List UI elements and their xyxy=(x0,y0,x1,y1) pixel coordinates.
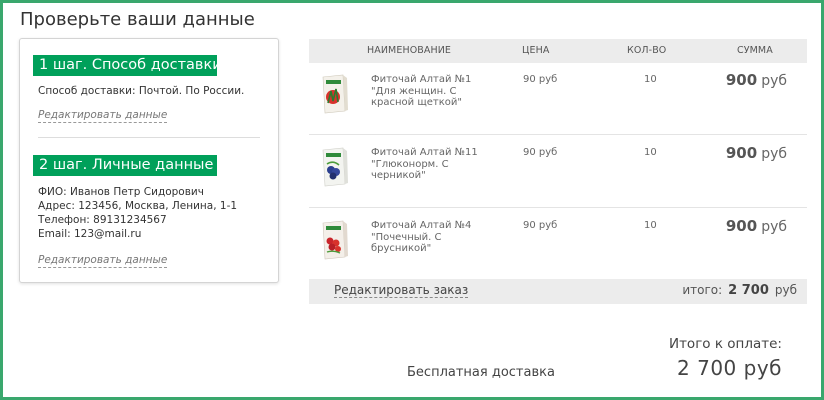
edit-personal-link[interactable]: Редактировать данные xyxy=(38,254,168,268)
header-name: НАИМЕНОВАНИЕ xyxy=(367,45,452,56)
page-title: Проверьте ваши данные xyxy=(20,9,255,30)
product-sum: 900 руб xyxy=(725,144,787,162)
step-1-badge: 1 шаг. Способ доставки xyxy=(33,55,222,76)
product-qty: 10 xyxy=(644,147,657,158)
order-footer: Редактировать заказ итого: 2 700 руб xyxy=(309,279,807,304)
product-qty: 10 xyxy=(644,220,657,231)
edit-order-link[interactable]: Редактировать заказ xyxy=(334,284,469,298)
product-price: 90 руб xyxy=(523,74,558,85)
delivery-method-text: Способ доставки: Почтой. По России. xyxy=(38,85,245,97)
product-sum: 900 руб xyxy=(725,71,787,89)
divider xyxy=(38,137,260,138)
order-total: итого: 2 700 руб xyxy=(682,283,797,298)
tea-box-berry-icon xyxy=(319,219,349,261)
product-sum: 900 руб xyxy=(725,217,787,235)
address-text: Адрес: 123456, Москва, Ленина, 1-1 xyxy=(38,200,238,212)
product-price: 90 руб xyxy=(523,147,558,158)
order-row: Фиточай Алтай №11 "Глюконорм. С черникой… xyxy=(309,136,807,208)
header-qty: КОЛ-ВО xyxy=(627,45,667,56)
pay-total-label: Итого к оплате: xyxy=(668,336,782,352)
checkout-details-panel: 1 шаг. Способ доставки Способ доставки: … xyxy=(19,38,279,283)
phone-text: Телефон: 89131234567 xyxy=(38,214,167,226)
header-sum: СУММА xyxy=(737,45,773,56)
product-qty: 10 xyxy=(644,74,657,85)
tea-box-red-icon xyxy=(319,73,349,115)
free-delivery-text: Бесплатная доставка xyxy=(407,365,555,380)
email-text: Email: 123@mail.ru xyxy=(38,228,142,240)
order-row: Фиточай Алтай №4 "Почечный. С брусникой"… xyxy=(309,209,807,279)
product-name: Фиточай Алтай №11 "Глюконорм. С черникой… xyxy=(371,147,478,181)
step-2-badge: 2 шаг. Личные данные xyxy=(33,155,217,176)
product-name: Фиточай Алтай №4 "Почечный. С брусникой" xyxy=(371,220,472,254)
product-price: 90 руб xyxy=(523,220,558,231)
order-row: Фиточай Алтай №1 "Для женщин. С красной … xyxy=(309,63,807,135)
header-price: ЦЕНА xyxy=(522,45,550,56)
tea-box-blue-icon xyxy=(319,146,349,188)
edit-delivery-link[interactable]: Редактировать данные xyxy=(38,109,168,123)
name-text: ФИО: Иванов Петр Сидорович xyxy=(38,186,204,198)
product-name: Фиточай Алтай №1 "Для женщин. С красной … xyxy=(371,74,472,108)
order-table-header: НАИМЕНОВАНИЕ ЦЕНА КОЛ-ВО СУММА xyxy=(309,39,807,63)
pay-total-amount: 2 700 руб xyxy=(677,356,782,380)
